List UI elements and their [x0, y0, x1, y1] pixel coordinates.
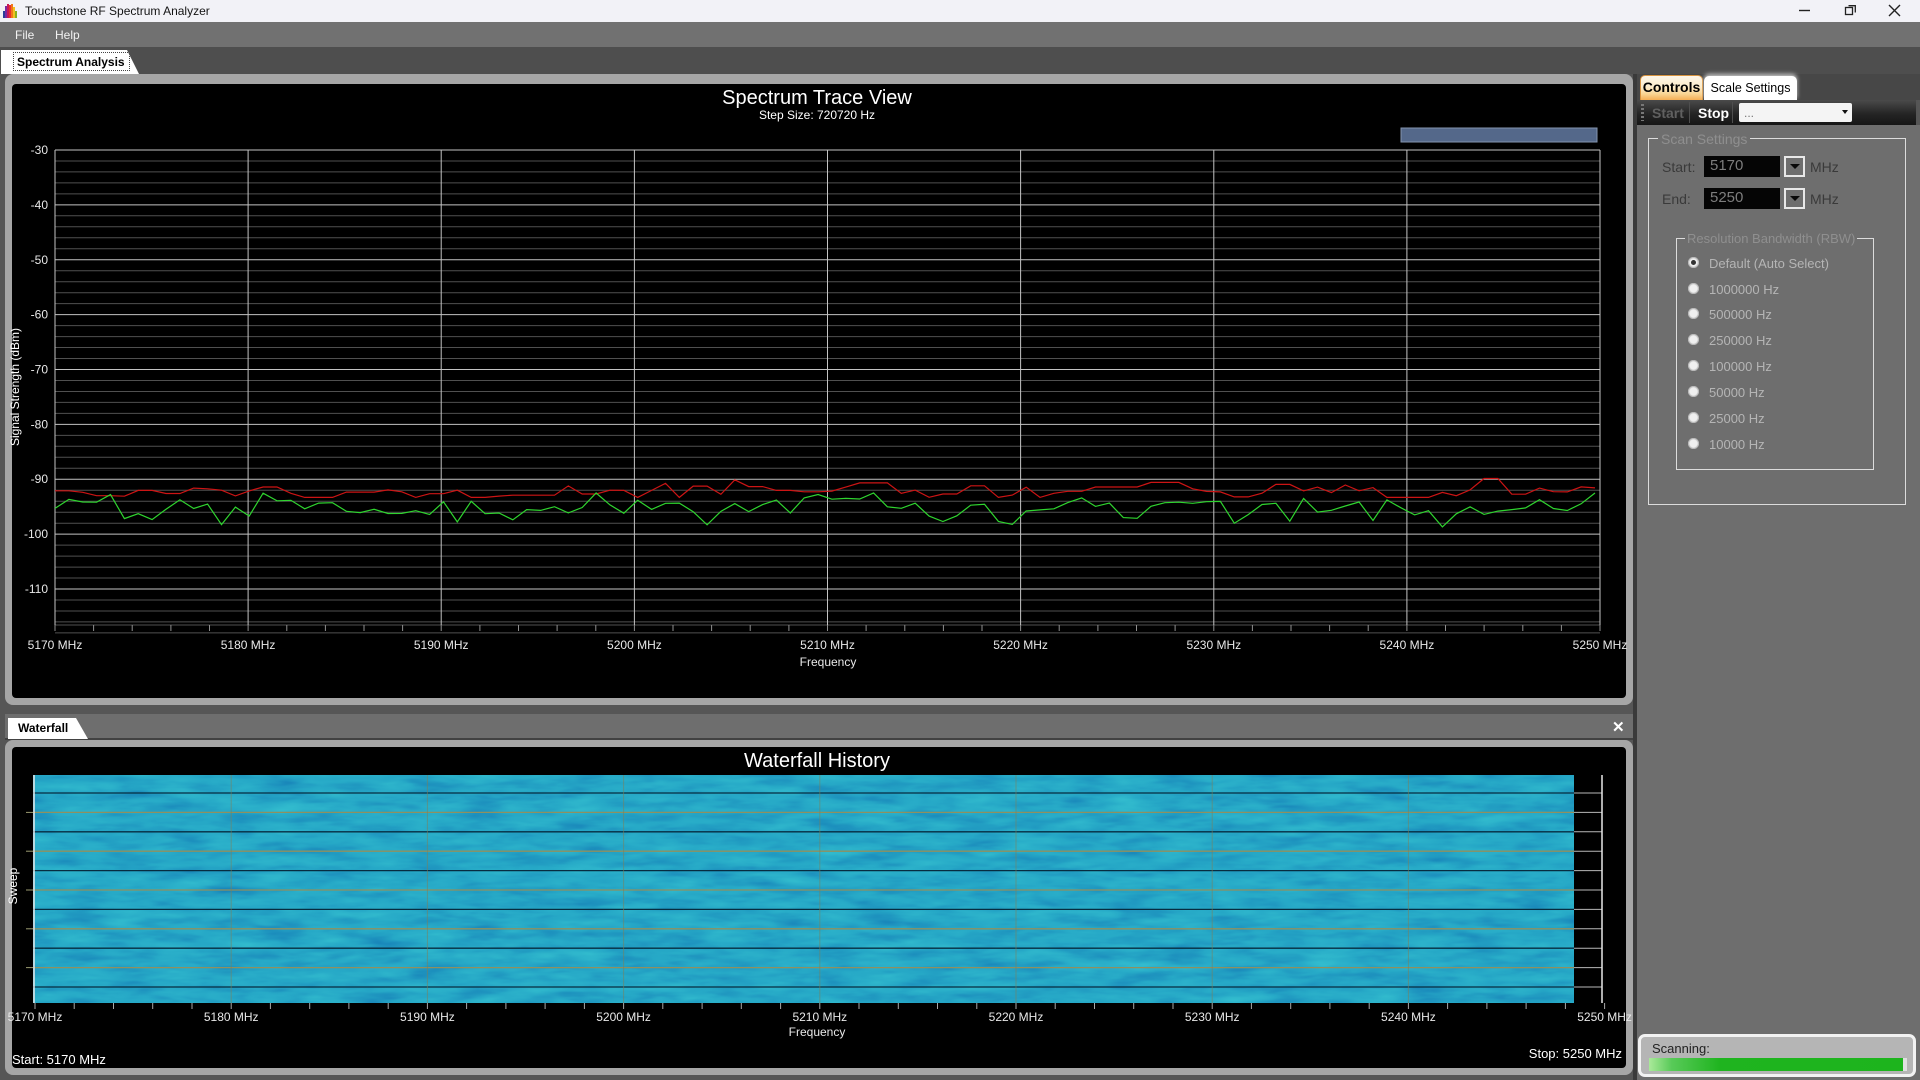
svg-text:5250 MHz: 5250 MHz: [1577, 1010, 1632, 1024]
svg-text:5180 MHz: 5180 MHz: [204, 1010, 259, 1024]
svg-text:5230 MHz: 5230 MHz: [1185, 1010, 1240, 1024]
svg-text:5190 MHz: 5190 MHz: [400, 1010, 455, 1024]
svg-text:5230 MHz: 5230 MHz: [1186, 638, 1241, 652]
svg-text:-80: -80: [31, 417, 49, 431]
svg-text:-70: -70: [31, 363, 49, 377]
svg-text:5180 MHz: 5180 MHz: [221, 638, 276, 652]
svg-text:Frequency: Frequency: [789, 1025, 846, 1039]
svg-text:Waterfall History: Waterfall History: [744, 750, 890, 772]
svg-text:5170 MHz: 5170 MHz: [8, 1010, 63, 1024]
svg-text:Spectrum Trace View: Spectrum Trace View: [722, 87, 912, 109]
svg-text:Stop: 5250 MHz: Stop: 5250 MHz: [1529, 1046, 1622, 1061]
svg-text:5250 MHz: 5250 MHz: [1573, 638, 1628, 652]
svg-text:-50: -50: [31, 253, 49, 267]
svg-text:5190 MHz: 5190 MHz: [414, 638, 469, 652]
svg-text:5220 MHz: 5220 MHz: [989, 1010, 1044, 1024]
svg-text:5220 MHz: 5220 MHz: [993, 638, 1048, 652]
svg-text:Frequency: Frequency: [800, 655, 857, 669]
svg-text:5200 MHz: 5200 MHz: [607, 638, 662, 652]
svg-text:-40: -40: [31, 198, 49, 212]
svg-text:-100: -100: [24, 527, 48, 541]
svg-text:Start: 5170 MHz: Start: 5170 MHz: [12, 1052, 106, 1067]
svg-text:-30: -30: [31, 143, 49, 157]
svg-text:5240 MHz: 5240 MHz: [1380, 638, 1435, 652]
svg-text:5200 MHz: 5200 MHz: [596, 1010, 651, 1024]
svg-text:Signal Strength (dBm): Signal Strength (dBm): [8, 328, 22, 446]
svg-text:5170 MHz: 5170 MHz: [28, 638, 83, 652]
svg-text:-90: -90: [31, 472, 49, 486]
svg-text:-60: -60: [31, 308, 49, 322]
svg-text:5240 MHz: 5240 MHz: [1381, 1010, 1436, 1024]
svg-text:5210 MHz: 5210 MHz: [792, 1010, 847, 1024]
svg-text:-110: -110: [25, 582, 48, 596]
svg-text:Sweep: Sweep: [6, 867, 20, 904]
svg-text:5210 MHz: 5210 MHz: [800, 638, 855, 652]
svg-text:Step Size: 720720 Hz: Step Size: 720720 Hz: [759, 108, 875, 122]
